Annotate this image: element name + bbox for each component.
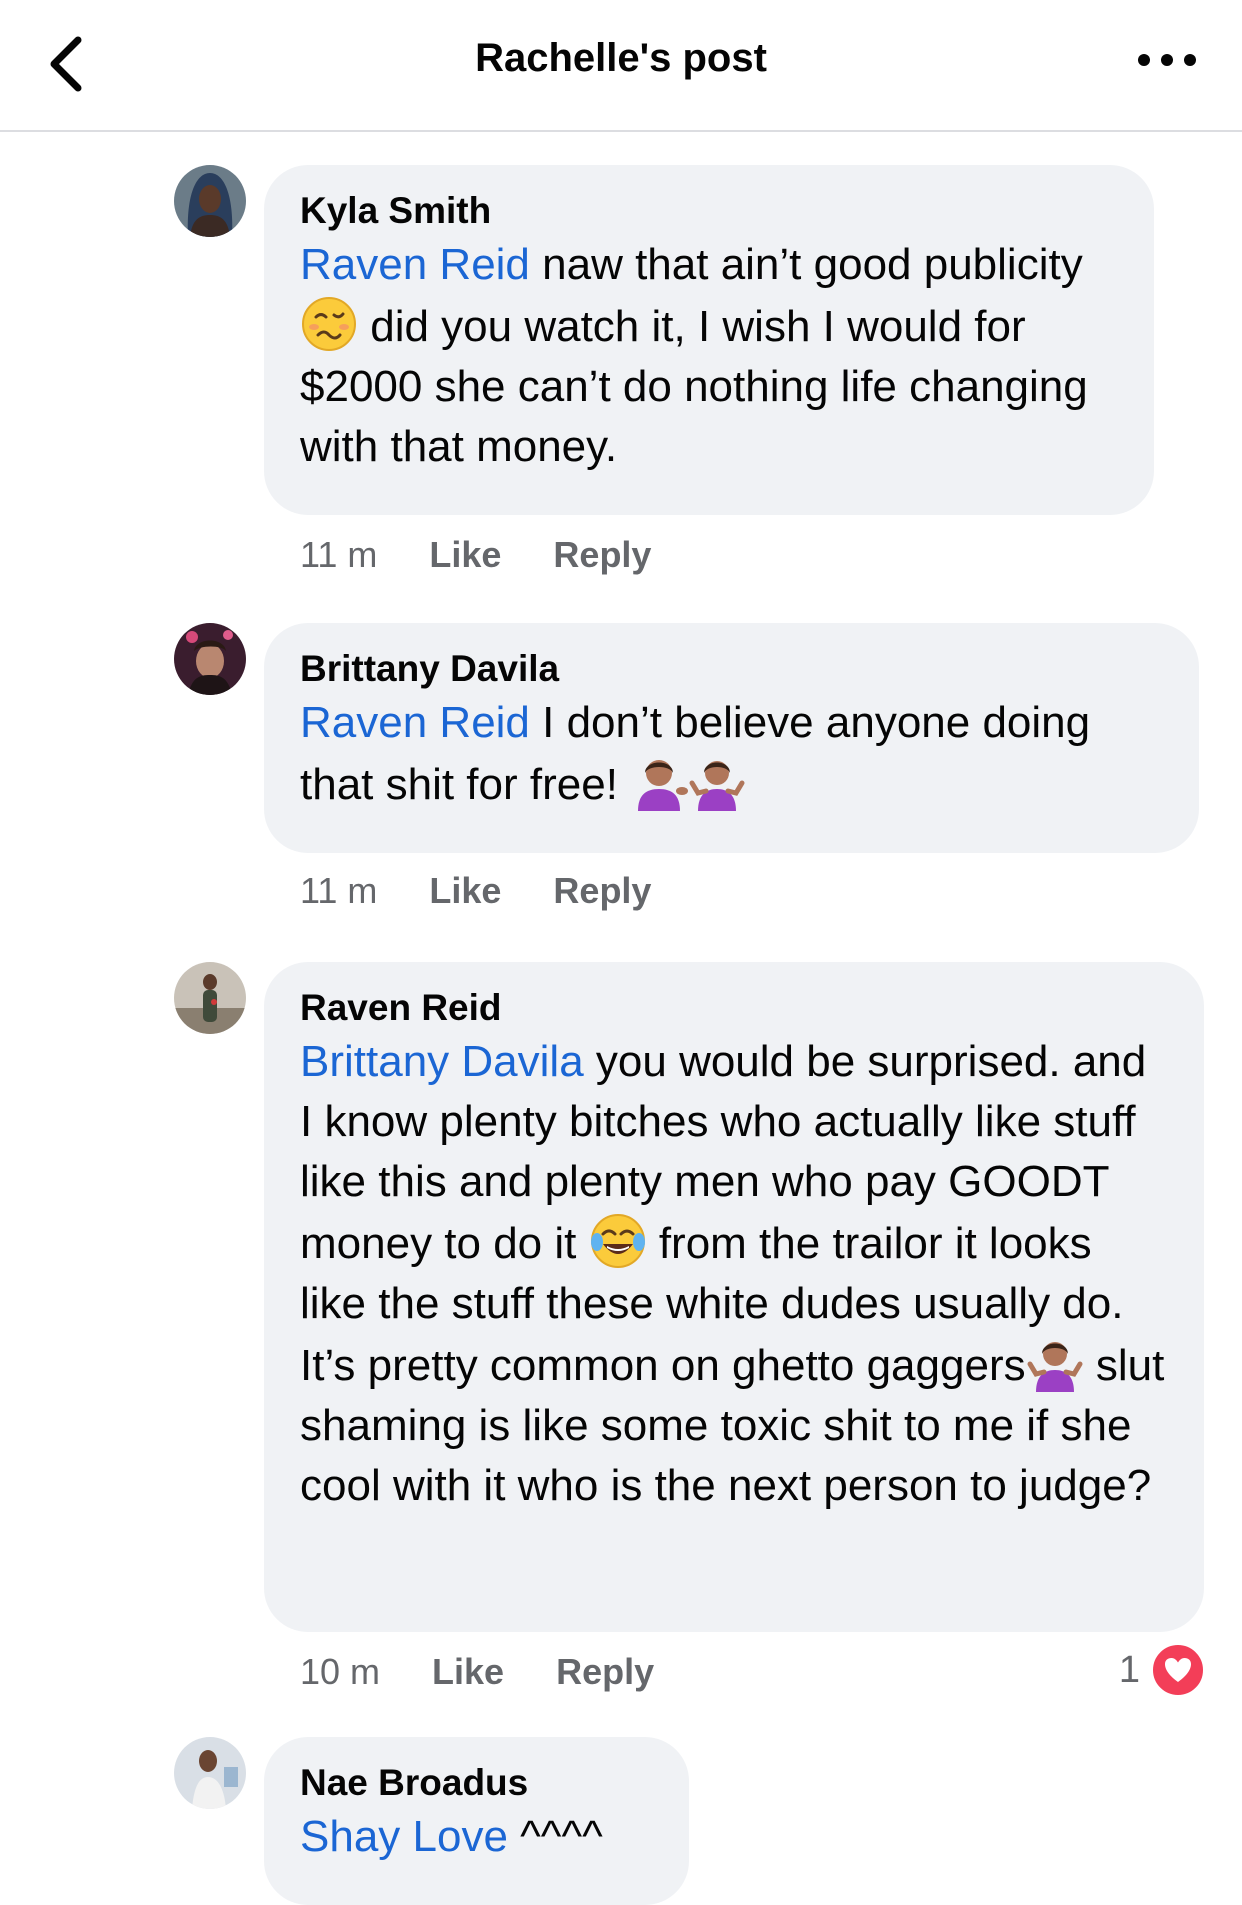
like-button[interactable]: Like <box>429 533 501 577</box>
top-bar: Rachelle's post <box>0 0 1242 132</box>
tears-of-joy-emoji <box>590 1214 645 1268</box>
comment-bubble[interactable]: Nae Broadus Shay Love ^^^^ <box>264 1737 689 1905</box>
avatar[interactable] <box>174 962 246 1034</box>
comment-timestamp: 10 m <box>300 1651 381 1692</box>
comment-author[interactable]: Kyla Smith <box>300 189 1118 233</box>
comment-bubble[interactable]: Brittany Davila Raven Reid I don’t belie… <box>264 623 1199 853</box>
mention-link[interactable]: Raven Reid <box>300 240 530 289</box>
comment-author[interactable]: Nae Broadus <box>300 1761 653 1805</box>
woman-tipping-hand-emoji <box>638 760 689 811</box>
comment-actions: 10 m Like Reply <box>300 1650 706 1694</box>
comment-text: Shay Love ^^^^ <box>300 1807 653 1867</box>
woman-shrugging-emoji <box>689 761 745 811</box>
comment-timestamp: 11 m <box>300 870 378 911</box>
more-horizontal-icon <box>1138 54 1196 66</box>
page-title: Rachelle's post <box>475 36 767 80</box>
comment-actions: 11 m Like Reply <box>300 869 703 913</box>
woman-shrugging-emoji <box>1027 1342 1083 1392</box>
reaction-summary[interactable]: 1 <box>1119 1642 1206 1698</box>
comment-text: Brittany Davila you would be surprised. … <box>300 1032 1168 1516</box>
comment-text-part: ^^^^ <box>507 1812 603 1861</box>
avatar[interactable] <box>174 165 246 237</box>
mention-link[interactable]: Raven Reid <box>300 698 530 747</box>
heart-reaction-icon <box>1150 1642 1206 1698</box>
reply-button[interactable]: Reply <box>553 533 651 577</box>
reply-button[interactable]: Reply <box>556 1650 654 1694</box>
avatar[interactable] <box>174 1737 246 1809</box>
comment-author[interactable]: Brittany Davila <box>300 647 1163 691</box>
comment-text: Raven Reid I don’t believe anyone doing … <box>300 693 1163 815</box>
woozy-face-emoji <box>302 297 356 351</box>
mention-link[interactable]: Shay Love <box>300 1812 508 1861</box>
reply-button[interactable]: Reply <box>553 869 651 913</box>
avatar[interactable] <box>174 623 246 695</box>
like-button[interactable]: Like <box>432 1650 504 1694</box>
like-button[interactable]: Like <box>429 869 501 913</box>
comment-text-part: naw that ain’t good publicity <box>529 240 1083 289</box>
comment-text: Raven Reid naw that ain’t good publicity… <box>300 235 1118 477</box>
more-options-button[interactable] <box>1132 40 1202 80</box>
comment-bubble[interactable]: Kyla Smith Raven Reid naw that ain’t goo… <box>264 165 1154 515</box>
comment-actions: 11 m Like Reply <box>300 533 703 577</box>
reaction-count: 1 <box>1118 1648 1140 1691</box>
comment-author[interactable]: Raven Reid <box>300 986 1168 1030</box>
comment-timestamp: 11 m <box>300 534 378 575</box>
comment-text-part: did you watch it, I wish I would for $20… <box>300 302 1088 471</box>
comment-bubble[interactable]: Raven Reid Brittany Davila you would be … <box>264 962 1204 1632</box>
mention-link[interactable]: Brittany Davila <box>300 1037 584 1086</box>
